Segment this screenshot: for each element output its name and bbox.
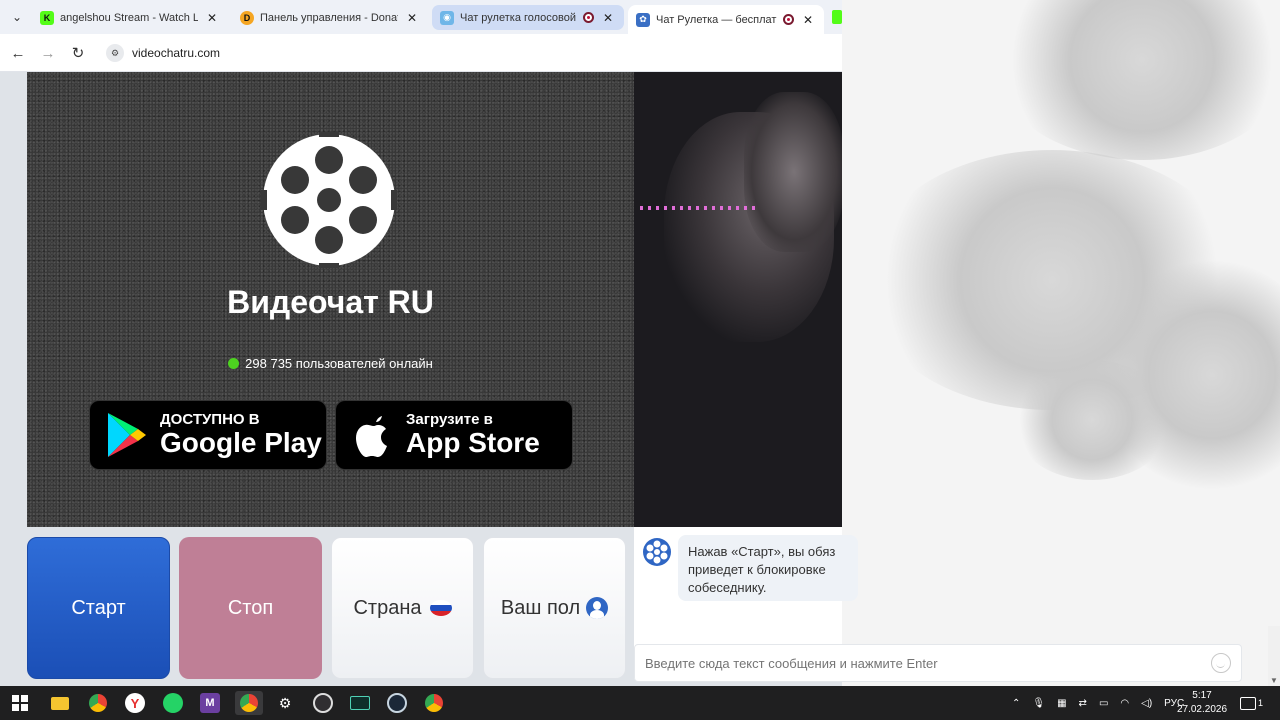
- tab-donation-panel[interactable]: D Панель управления - Donation ✕: [232, 5, 428, 30]
- app-store-big-text: App Store: [406, 427, 540, 458]
- message-line: приведет к блокировке: [688, 562, 826, 577]
- system-tray: ⌃ 🎙 ▦ ⇄ ▭ ◠ ◁) РУС: [1006, 686, 1190, 720]
- google-play-big-text: Google Play: [160, 427, 322, 458]
- obs-icon[interactable]: [311, 691, 335, 715]
- apple-logo-icon: [356, 416, 387, 457]
- sync-icon[interactable]: ⇄: [1079, 698, 1087, 709]
- tab-title: Чат Рулетка — бесплатный: [656, 13, 777, 26]
- whatsapp-icon[interactable]: [161, 691, 185, 715]
- microphone-icon[interactable]: 🎙: [1032, 698, 1045, 709]
- tab-chat-roulette-free[interactable]: ✿ Чат Рулетка — бесплатный ✕: [628, 5, 824, 34]
- notification-count: 1: [1258, 698, 1264, 708]
- russia-flag-icon: [429, 600, 452, 616]
- message-line: Нажав «Старт», вы обяз: [688, 544, 836, 559]
- clock-date: 27.02.2026: [1176, 704, 1228, 715]
- scroll-down-arrow-icon[interactable]: ▼: [1270, 676, 1278, 685]
- network-icon[interactable]: ▦: [1057, 698, 1066, 709]
- kick-favicon-icon: K: [40, 10, 54, 25]
- tab-voice-roulette[interactable]: ◉ Чат рулетка голосовой — ✕: [432, 5, 624, 30]
- tab-title: Панель управления - Donation: [260, 11, 398, 24]
- stop-label: Стоп: [227, 596, 274, 619]
- file-explorer-icon[interactable]: [48, 691, 72, 715]
- user-avatar-icon: [586, 597, 609, 619]
- tab-title: angelshou Stream - Watch Live: [60, 11, 198, 24]
- country-label: Страна: [353, 596, 422, 619]
- twitch-like-app-icon[interactable]: M: [198, 691, 222, 715]
- recording-indicator-icon: [583, 12, 594, 23]
- system-clock[interactable]: 5:17 27.02.2026: [1176, 689, 1228, 717]
- online-status-dot-icon: [228, 358, 240, 369]
- remote-video-stage: [634, 72, 842, 527]
- app-store-small-text: Загрузите в: [406, 411, 493, 428]
- app-store-button[interactable]: Загрузите в App Store: [335, 400, 573, 470]
- tab-search-chevron-icon[interactable]: ⌄: [6, 6, 28, 28]
- settings-gear-icon[interactable]: ⚙: [273, 691, 297, 715]
- back-arrow-icon[interactable]: ←: [8, 43, 28, 63]
- online-text: 298 735 пользователей онлайн: [245, 356, 433, 371]
- tab-close-icon[interactable]: ✕: [800, 13, 816, 27]
- windows-taskbar: Y M ⚙ ⌃ 🎙 ▦ ⇄ ▭ ◠ ◁) РУС 5:17 27.02.2026…: [0, 686, 1280, 720]
- gender-selector-button[interactable]: Ваш пол: [483, 537, 626, 679]
- revolver-logo-icon: [261, 132, 397, 268]
- start-button[interactable]: Старт: [27, 537, 170, 679]
- local-video-stage: Видеочат RU 298 735 пользователей онлайн…: [27, 72, 634, 527]
- donation-favicon-icon: D: [240, 10, 254, 25]
- tab-close-icon[interactable]: ✕: [600, 11, 616, 25]
- address-bar[interactable]: ⚙ videochatru.com: [100, 39, 836, 67]
- google-play-button[interactable]: ДОСТУПНО В Google Play: [89, 400, 327, 470]
- brand-title: Видеочат RU: [227, 284, 434, 320]
- overflow-tab-favicon-icon[interactable]: [832, 10, 842, 24]
- tab-title: Чат рулетка голосовой —: [460, 11, 577, 24]
- roulette-favicon-icon: ◉: [440, 10, 454, 25]
- steam-icon[interactable]: [385, 691, 409, 715]
- emoji-icon[interactable]: [1211, 653, 1231, 673]
- battery-icon[interactable]: ▭: [1099, 698, 1108, 709]
- tab-strip: ⌄ K angelshou Stream - Watch Live ✕ D Па…: [0, 0, 842, 34]
- chat-input-bar: [634, 644, 1242, 682]
- yandex-browser-icon[interactable]: Y: [123, 691, 147, 715]
- stop-button[interactable]: Стоп: [179, 537, 322, 679]
- forward-arrow-icon[interactable]: →: [38, 43, 58, 63]
- recording-indicator-icon: [783, 14, 794, 25]
- tray-expand-icon[interactable]: ⌃: [1012, 698, 1020, 709]
- notification-center-icon[interactable]: 1: [1240, 686, 1263, 720]
- browser-toolbar: ← → ↻ ⚙ videochatru.com: [0, 34, 842, 72]
- online-counter: 298 735 пользователей онлайн: [27, 356, 634, 371]
- videochat-favicon-icon: ✿: [636, 12, 650, 27]
- chrome-icon[interactable]: [86, 691, 110, 715]
- message-line: собеседнику.: [688, 580, 767, 595]
- windows-start-icon[interactable]: [8, 691, 32, 715]
- address-url: videochatru.com: [132, 46, 221, 60]
- reload-icon[interactable]: ↻: [68, 43, 88, 63]
- chat-message-input[interactable]: [635, 648, 1211, 678]
- tab-angelshou[interactable]: K angelshou Stream - Watch Live ✕: [32, 5, 228, 30]
- chat-system-message: Нажав «Старт», вы обяз приведет к блокир…: [678, 535, 858, 601]
- google-play-small-text: ДОСТУПНО В: [160, 411, 260, 428]
- clock-time: 5:17: [1192, 690, 1212, 701]
- country-selector-button[interactable]: Страна: [331, 537, 474, 679]
- chat-bot-logo-icon: [643, 538, 671, 566]
- start-label: Старт: [71, 596, 126, 619]
- site-info-icon[interactable]: ⚙: [106, 44, 124, 62]
- tab-close-icon[interactable]: ✕: [404, 11, 420, 25]
- background-wallpaper: [842, 0, 1280, 686]
- terminal-app-icon[interactable]: [348, 691, 372, 715]
- gender-label: Ваш пол: [500, 596, 581, 619]
- volume-icon[interactable]: ◁): [1141, 698, 1152, 709]
- wifi-icon[interactable]: ◠: [1120, 698, 1129, 709]
- page-content: Видеочат RU 298 735 пользователей онлайн…: [0, 72, 858, 686]
- google-play-icon: [108, 413, 146, 457]
- chrome-active-icon[interactable]: [235, 691, 263, 715]
- chrome-second-icon[interactable]: [422, 691, 446, 715]
- tab-close-icon[interactable]: ✕: [204, 11, 220, 25]
